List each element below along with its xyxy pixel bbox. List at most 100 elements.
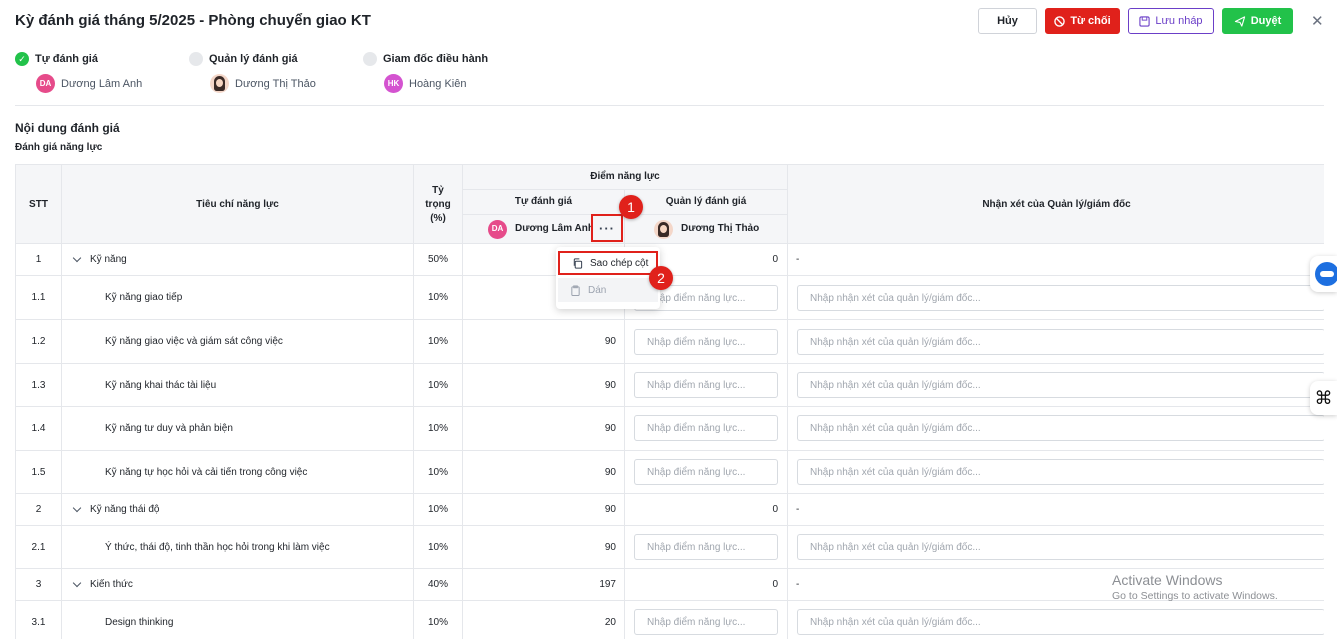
comment-input[interactable]: Nhập nhận xét của quản lý/giám đốc...: [797, 609, 1324, 635]
close-icon[interactable]: ✕: [1311, 12, 1324, 30]
reject-label: Từ chối: [1070, 15, 1111, 27]
header-criteria: Tiêu chí năng lực: [196, 198, 279, 210]
row-stt: 1.2: [31, 336, 46, 347]
copy-label: Sao chép cột: [590, 257, 649, 269]
grid-line: [462, 165, 463, 245]
avatar: DA: [36, 74, 55, 93]
row-name-text: Kỹ năng: [90, 254, 127, 265]
row-stt: 1.5: [31, 466, 46, 478]
grid-line: [787, 165, 788, 245]
comment-input[interactable]: Nhập nhận xét của quản lý/giám đốc...: [797, 285, 1324, 311]
row-self-score: 90: [604, 541, 616, 553]
row-name[interactable]: Kỹ năng: [62, 244, 413, 275]
row-self-score: 90: [604, 466, 616, 478]
page-header: Kỳ đánh giá tháng 5/2025 - Phòng chuyển …: [0, 0, 1337, 42]
row-self-score: 197: [599, 579, 616, 590]
save-draft-button[interactable]: Lưu nháp: [1128, 8, 1214, 34]
paste-label: Dán: [588, 284, 607, 296]
manager-score-input[interactable]: Nhập điểm năng lực...: [634, 609, 778, 635]
row-stt: 3: [35, 579, 42, 590]
column-more-button[interactable]: ···: [591, 214, 623, 242]
manager-score-input[interactable]: Nhập điểm năng lực...: [634, 329, 778, 355]
header-self: Tự đánh giá: [514, 196, 573, 207]
chatbot-icon[interactable]: [1310, 256, 1337, 292]
person-name: Dương Lâm Anh: [515, 223, 594, 234]
row-self-score: 90: [604, 423, 616, 434]
table-row: 1.4 Kỹ năng tư duy và phản biện 10% 90 N…: [16, 407, 1324, 451]
row-comment: -: [796, 254, 800, 265]
row-name: Design thinking: [105, 616, 174, 628]
row-manager-score: 0: [772, 579, 778, 590]
person-name: Dương Thị Thảo: [681, 223, 760, 234]
table-row: 2 Kỹ năng thái độ 10% 90 0 -: [16, 494, 1324, 526]
watermark-line1: Activate Windows: [1112, 572, 1223, 588]
row-name: Ý thức, thái độ, tinh thần học hỏi trong…: [105, 541, 330, 553]
header-stt: STT: [29, 198, 48, 210]
row-name[interactable]: Kỹ năng thái độ: [62, 494, 413, 525]
manager-score-input[interactable]: Nhập điểm năng lực...: [634, 415, 778, 441]
grid-line: [462, 189, 787, 190]
copy-icon: [573, 257, 583, 269]
person-name: Hoàng Kiên: [409, 77, 467, 90]
row-weight: 10%: [427, 292, 448, 303]
cancel-label: Hủy: [997, 15, 1018, 27]
chevron-down-icon[interactable]: [72, 253, 82, 263]
table-row: 3.1 Design thinking 10% 20 Nhập điểm năn…: [16, 601, 1324, 639]
ban-icon: [1054, 15, 1066, 27]
paste-menu-item[interactable]: Dán: [558, 278, 658, 302]
row-self-score: 90: [604, 379, 616, 391]
cancel-button[interactable]: Hủy: [978, 8, 1037, 34]
clipboard-icon: [571, 284, 580, 296]
chevron-down-icon[interactable]: [72, 503, 82, 513]
pending-dot-icon: [189, 52, 203, 66]
header-comment: Nhận xét của Quản lý/giám đốc: [982, 198, 1131, 210]
approve-label: Duyệt: [1250, 15, 1282, 27]
row-stt: 1.4: [31, 423, 46, 434]
comment-input[interactable]: Nhập nhận xét của quản lý/giám đốc...: [797, 534, 1324, 560]
comment-input[interactable]: Nhập nhận xét của quản lý/giám đốc...: [797, 415, 1324, 441]
row-name: Kỹ năng tự học hỏi và cải tiến trong côn…: [105, 466, 308, 478]
section-title: Nội dung đánh giá: [15, 121, 120, 135]
row-name: Kỹ năng giao tiếp: [105, 292, 183, 303]
person-name: Dương Thị Thảo: [235, 77, 316, 90]
annotation-badge-1: 1: [619, 195, 643, 219]
row-name-text: Kỹ năng thái độ: [90, 504, 160, 515]
ai-assistant-icon[interactable]: ⌘: [1310, 381, 1337, 415]
row-weight: 40%: [427, 579, 448, 590]
avatar: DA: [488, 219, 507, 239]
row-weight: 10%: [427, 616, 448, 628]
manager-score-input[interactable]: Nhập điểm năng lực...: [634, 534, 778, 560]
row-weight: 10%: [427, 541, 448, 553]
pending-dot-icon: [363, 52, 377, 66]
table-row: 1.2 Kỹ năng giao việc và giám sát công v…: [16, 320, 1324, 364]
row-name: Kỹ năng khai thác tài liệu: [105, 379, 217, 391]
send-icon: [1234, 15, 1245, 27]
windows-watermark: Activate Windows Go to Settings to activ…: [1112, 572, 1278, 602]
row-weight: 50%: [427, 254, 448, 265]
row-weight: 10%: [427, 423, 448, 434]
row-name[interactable]: Kiến thức: [62, 569, 413, 600]
header-score-group: Điểm năng lực: [590, 171, 660, 182]
table-header: STT Tiêu chí năng lực Tỷ trọng (%) Điểm …: [16, 164, 1324, 245]
comment-input[interactable]: Nhập nhận xét của quản lý/giám đốc...: [797, 459, 1324, 485]
row-stt: 1.3: [31, 379, 46, 391]
grid-line: [61, 165, 62, 245]
step-label: Quản lý đánh giá: [209, 53, 298, 65]
row-stt: 2.1: [31, 541, 46, 553]
copy-column-menu-item[interactable]: Sao chép cột: [558, 251, 658, 275]
row-stt: 2: [35, 504, 42, 515]
row-stt: 1.1: [31, 292, 46, 303]
avatar: HK: [384, 74, 403, 93]
manager-score-input[interactable]: Nhập điểm năng lực...: [634, 372, 778, 398]
approve-button[interactable]: Duyệt: [1222, 8, 1293, 34]
row-self-score: 90: [604, 504, 616, 515]
row-self-score: 20: [604, 616, 616, 628]
manager-score-input[interactable]: Nhập điểm năng lực...: [634, 459, 778, 485]
comment-input[interactable]: Nhập nhận xét của quản lý/giám đốc...: [797, 372, 1324, 398]
comment-input[interactable]: Nhập nhận xét của quản lý/giám đốc...: [797, 329, 1324, 355]
reject-button[interactable]: Từ chối: [1045, 8, 1120, 34]
step-label: Giam đốc điều hành: [383, 53, 489, 65]
avatar: [210, 74, 229, 93]
chevron-down-icon[interactable]: [72, 578, 82, 588]
row-name-text: Kiến thức: [90, 579, 133, 590]
